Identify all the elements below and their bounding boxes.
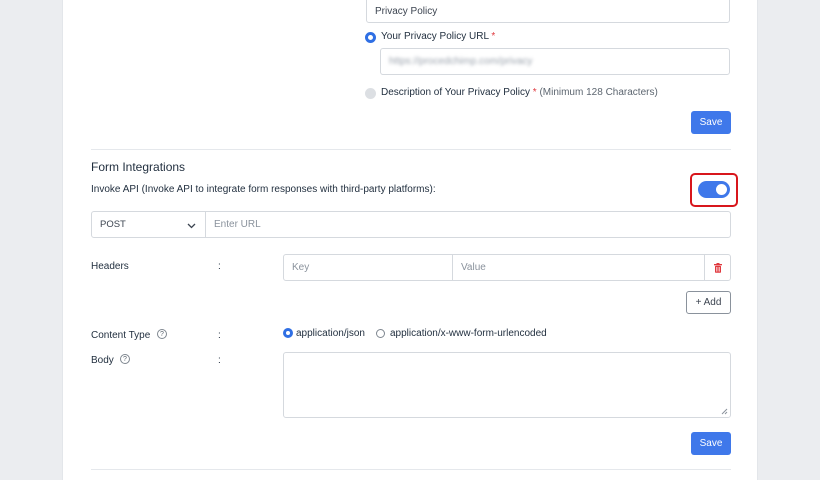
section-divider	[91, 149, 731, 150]
content-type-label: Content Type	[91, 330, 151, 341]
api-url-input[interactable]: Enter URL	[206, 212, 730, 237]
form-integrations-title: Form Integrations	[91, 160, 186, 174]
privacy-url-input[interactable]: https://procedchimp.com/privacy	[380, 48, 730, 75]
invoke-api-toggle[interactable]	[698, 181, 730, 198]
privacy-url-value: https://procedchimp.com/privacy	[389, 56, 533, 67]
form-integrations-save-button[interactable]: Save	[691, 432, 731, 455]
content-type-help-icon[interactable]: ?	[157, 329, 167, 339]
content-type-urlencoded-label: application/x-www-form-urlencoded	[390, 328, 547, 339]
content-type-json-radio[interactable]	[283, 328, 293, 338]
content-type-json-label: application/json	[296, 328, 365, 339]
invoke-api-label: Invoke API (Invoke API to integrate form…	[91, 184, 436, 195]
headers-label: Headers	[91, 261, 129, 272]
resize-handle-icon[interactable]	[721, 408, 728, 415]
header-key-placeholder: Key	[292, 262, 310, 273]
header-value-input[interactable]: Value	[453, 255, 704, 280]
privacy-policy-title-value: Privacy Policy	[375, 5, 438, 17]
privacy-save-button[interactable]: Save	[691, 111, 731, 134]
api-url-placeholder: Enter URL	[214, 219, 261, 230]
privacy-description-option-label: Description of Your Privacy Policy * (Mi…	[381, 87, 658, 98]
trash-icon	[713, 262, 722, 273]
privacy-description-radio[interactable]	[365, 88, 376, 99]
method-url-group: POST Enter URL	[91, 211, 731, 238]
header-delete-button[interactable]	[704, 255, 730, 280]
toggle-knob	[716, 184, 727, 195]
header-value-placeholder: Value	[461, 262, 486, 273]
header-row: Key Value	[283, 254, 731, 281]
body-label: Body	[91, 355, 114, 366]
privacy-url-option-label: Your Privacy Policy URL *	[381, 31, 496, 42]
body-help-icon[interactable]: ?	[120, 354, 130, 364]
chevron-down-icon	[187, 223, 196, 229]
add-header-button[interactable]: + Add	[686, 291, 731, 314]
method-select[interactable]: POST	[92, 212, 206, 237]
privacy-policy-title-input[interactable]: Privacy Policy	[366, 0, 730, 23]
content-type-urlencoded-radio[interactable]	[376, 329, 385, 338]
content-type-colon: :	[218, 330, 221, 341]
body-colon: :	[218, 355, 221, 366]
bottom-divider	[91, 469, 731, 470]
header-key-input[interactable]: Key	[284, 255, 453, 280]
privacy-url-radio[interactable]	[365, 32, 376, 43]
headers-colon: :	[218, 261, 221, 272]
body-textarea[interactable]	[283, 352, 731, 418]
method-select-value: POST	[100, 219, 126, 230]
